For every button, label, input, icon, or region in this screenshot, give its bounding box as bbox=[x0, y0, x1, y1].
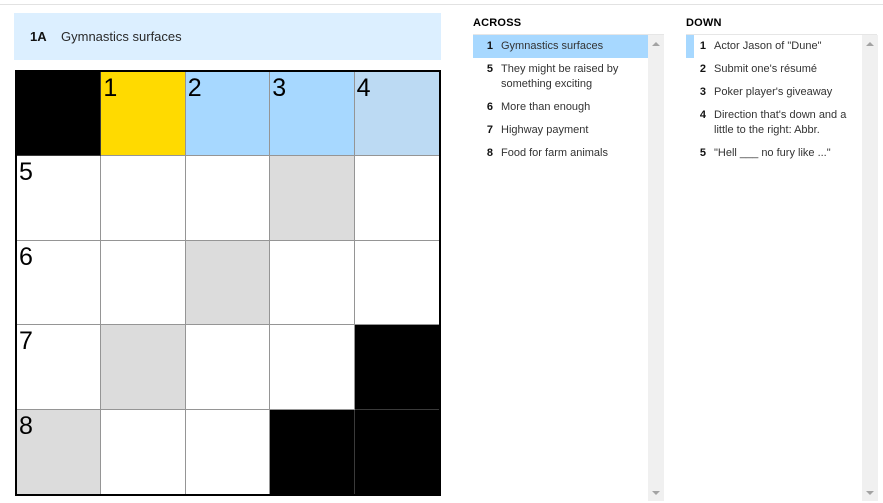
grid-cell[interactable]: 3 bbox=[270, 72, 355, 157]
clue-number: 1 bbox=[699, 40, 706, 52]
current-clue-label: 1A bbox=[30, 29, 47, 44]
clue-number: 8 bbox=[486, 147, 493, 159]
clue-number: 4 bbox=[699, 109, 706, 121]
clue-text: "Hell ___ no fury like ..." bbox=[714, 147, 831, 159]
cell-number: 3 bbox=[272, 74, 287, 102]
across-scrollbar[interactable] bbox=[648, 35, 664, 501]
clue-text: Direction that's down and a little to th… bbox=[714, 109, 847, 136]
scroll-up-icon[interactable] bbox=[652, 42, 660, 46]
cell-number: 7 bbox=[19, 327, 33, 356]
clue-text: Food for farm animals bbox=[501, 147, 608, 159]
grid-cell[interactable] bbox=[185, 240, 271, 326]
clue-number: 1 bbox=[486, 40, 493, 52]
grid-cell[interactable]: 5 bbox=[17, 156, 102, 241]
cell-number: 5 bbox=[19, 158, 33, 187]
grid-cell-black bbox=[270, 409, 355, 494]
clue-number: 3 bbox=[699, 86, 706, 98]
grid-cell[interactable] bbox=[185, 156, 271, 241]
grid-cell[interactable] bbox=[354, 156, 439, 241]
down-clue-item[interactable]: 4 Direction that's down and a little to t… bbox=[686, 104, 861, 142]
grid-cell-black bbox=[17, 72, 102, 157]
clue-number: 5 bbox=[699, 147, 706, 159]
grid-cell[interactable]: 8 bbox=[17, 409, 102, 494]
clue-text: Actor Jason of "Dune" bbox=[714, 40, 822, 52]
cell-number: 2 bbox=[187, 74, 202, 102]
clue-text: Highway payment bbox=[501, 124, 589, 136]
top-divider bbox=[0, 4, 883, 5]
grid-cell[interactable] bbox=[185, 409, 271, 494]
grid-cell[interactable]: 7 bbox=[17, 325, 102, 410]
down-clue-item[interactable]: 3 Poker player's giveaway bbox=[686, 81, 861, 104]
across-clue-item[interactable]: 1 Gymnastics surfaces bbox=[473, 35, 648, 58]
grid-cell-black bbox=[354, 325, 439, 410]
grid-cell[interactable] bbox=[101, 156, 186, 241]
across-clue-item[interactable]: 8 Food for farm animals bbox=[473, 142, 648, 165]
down-scrollbar[interactable] bbox=[862, 35, 878, 501]
clue-text: Submit one's résumé bbox=[714, 63, 817, 75]
cell-number: 8 bbox=[19, 411, 33, 440]
down-clue-list: 1 Actor Jason of "Dune" 2 Submit one's résu… bbox=[686, 35, 861, 501]
cell-number: 4 bbox=[356, 74, 371, 102]
grid-cell[interactable] bbox=[101, 325, 186, 410]
cell-number: 1 bbox=[103, 74, 118, 102]
grid-cell[interactable] bbox=[101, 240, 186, 326]
clue-number: 6 bbox=[486, 101, 493, 113]
grid-cell[interactable] bbox=[354, 240, 439, 326]
clue-text: Gymnastics surfaces bbox=[501, 40, 604, 52]
clue-number: 5 bbox=[486, 63, 493, 75]
grid-cell[interactable] bbox=[185, 325, 271, 410]
grid-cell[interactable]: 1 bbox=[101, 72, 186, 157]
across-clue-list: 1 Gymnastics surfaces 5 They might be raise… bbox=[473, 35, 648, 501]
across-clue-item[interactable]: 6 More than enough bbox=[473, 96, 648, 119]
crossword-grid[interactable]: 1 2 3 4 5 6 7 8 bbox=[15, 70, 441, 496]
grid-cell-black bbox=[354, 409, 439, 494]
scroll-down-icon[interactable] bbox=[866, 491, 874, 495]
grid-cell[interactable] bbox=[270, 156, 355, 241]
grid-cell[interactable] bbox=[270, 240, 355, 326]
current-clue-text: Gymnastics surfaces bbox=[61, 29, 182, 44]
current-clue-bar[interactable]: 1A Gymnastics surfaces bbox=[14, 13, 441, 60]
clue-text: They might be raised by something exciti… bbox=[501, 63, 619, 90]
down-heading: DOWN bbox=[686, 17, 722, 29]
grid-cell[interactable]: 6 bbox=[17, 240, 102, 326]
clue-number: 7 bbox=[486, 124, 493, 136]
clue-number: 2 bbox=[699, 63, 706, 75]
cell-number: 6 bbox=[19, 242, 33, 271]
grid-cell[interactable]: 4 bbox=[354, 72, 439, 157]
down-clue-item[interactable]: 5 "Hell ___ no fury like ..." bbox=[686, 142, 861, 165]
scroll-down-icon[interactable] bbox=[652, 491, 660, 495]
down-clue-item[interactable]: 2 Submit one's résumé bbox=[686, 58, 861, 81]
across-clue-item[interactable]: 7 Highway payment bbox=[473, 119, 648, 142]
grid-cell[interactable] bbox=[270, 325, 355, 410]
clue-text: More than enough bbox=[501, 101, 591, 113]
grid-cell[interactable]: 2 bbox=[185, 72, 271, 157]
down-clue-item[interactable]: 1 Actor Jason of "Dune" bbox=[686, 35, 861, 58]
across-clue-item[interactable]: 5 They might be raised by something excit… bbox=[473, 58, 648, 96]
across-heading: ACROSS bbox=[473, 17, 522, 29]
grid-cell[interactable] bbox=[101, 409, 186, 494]
scroll-up-icon[interactable] bbox=[866, 42, 874, 46]
clue-text: Poker player's giveaway bbox=[714, 86, 833, 98]
